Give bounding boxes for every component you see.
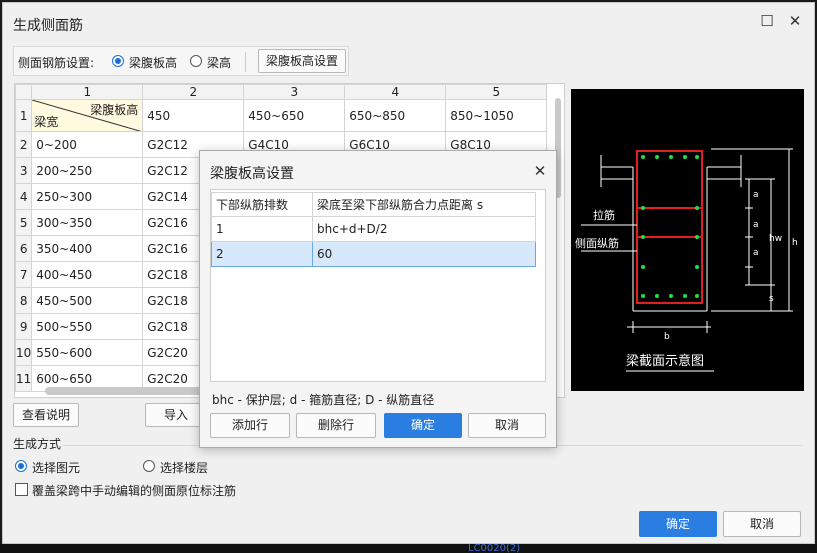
- corner-header: [15, 84, 33, 100]
- col-header[interactable]: 4: [344, 84, 447, 100]
- dim-s-label: s: [769, 294, 774, 304]
- dialog-title: 梁腹板高设置: [210, 166, 294, 182]
- table-cell[interactable]: 450~500: [31, 287, 144, 314]
- table-cell[interactable]: 1: [211, 216, 313, 242]
- row-header[interactable]: 1: [15, 99, 33, 132]
- dim-h-label: h: [792, 238, 798, 248]
- dialog-table-panel: 下部纵筋排数 梁底至梁下部纵筋合力点距离 s 1 bhc+d+D/2 2 60: [210, 189, 546, 382]
- gen-mode-label: 生成方式: [13, 437, 62, 451]
- table-cell[interactable]: 250~300: [31, 183, 144, 210]
- web-height-setting-button[interactable]: 梁腹板高设置: [258, 49, 346, 73]
- beam-height-radio-label[interactable]: 梁高: [207, 54, 231, 71]
- table-cell[interactable]: 500~550: [31, 313, 144, 340]
- side-bar-label: 侧面纵筋: [575, 236, 619, 250]
- row-header[interactable]: 11: [15, 365, 33, 392]
- dim-a-label: a: [753, 220, 759, 230]
- col-header[interactable]: 3: [243, 84, 346, 100]
- overwrite-checkbox[interactable]: [15, 483, 28, 496]
- web-height-radio[interactable]: [112, 55, 124, 67]
- row-header[interactable]: 9: [15, 313, 33, 340]
- toolbar-divider: [245, 52, 246, 72]
- dim-a-label: a: [753, 248, 759, 258]
- select-floor-label[interactable]: 选择楼层: [160, 459, 208, 476]
- select-element-label[interactable]: 选择图元: [32, 459, 80, 476]
- diagonal-header-cell: 梁腹板高 梁宽: [31, 99, 144, 132]
- dialog-cancel-button[interactable]: 取消: [468, 413, 546, 438]
- col-header-distance: 梁底至梁下部纵筋合力点距离 s: [312, 192, 536, 217]
- background-text: LC0020(2): [468, 543, 521, 553]
- tie-bar-label: 拉筋: [593, 208, 615, 222]
- row-header[interactable]: 8: [15, 287, 33, 314]
- table-cell[interactable]: 200~250: [31, 157, 144, 184]
- table-cell[interactable]: 350~400: [31, 235, 144, 262]
- select-element-radio[interactable]: [15, 460, 27, 472]
- table-cell[interactable]: bhc+d+D/2: [312, 216, 536, 242]
- row-header[interactable]: 3: [15, 157, 33, 184]
- col-header[interactable]: 5: [445, 84, 548, 100]
- delete-row-button[interactable]: 删除行: [296, 413, 376, 438]
- col-header-rows: 下部纵筋排数: [211, 192, 313, 217]
- table-cell[interactable]: 60: [312, 241, 536, 267]
- table-row[interactable]: 1 bhc+d+D/2: [211, 216, 536, 242]
- web-height-setting-dialog: 梁腹板高设置 ✕ 下部纵筋排数 梁底至梁下部纵筋合力点距离 s 1 bhc+d+…: [199, 150, 557, 448]
- maximize-icon[interactable]: ☐: [759, 13, 775, 29]
- add-row-button[interactable]: 添加行: [210, 413, 290, 438]
- beam-height-radio[interactable]: [190, 55, 202, 67]
- col-header[interactable]: 1: [31, 84, 144, 100]
- import-button[interactable]: 导入: [145, 403, 207, 427]
- row-header[interactable]: 5: [15, 209, 33, 236]
- table-cell[interactable]: 450: [142, 99, 245, 132]
- dialog-table: 下部纵筋排数 梁底至梁下部纵筋合力点距离 s 1 bhc+d+D/2 2 60: [211, 192, 536, 267]
- table-row-selected[interactable]: 2 60: [211, 241, 536, 267]
- background-canvas: [0, 544, 817, 553]
- beam-section-diagram: a a a hw h s b 拉筋 侧面纵筋 梁截面示意图: [575, 148, 798, 372]
- table-cell[interactable]: 650~850: [344, 99, 447, 132]
- col-header[interactable]: 2: [142, 84, 245, 100]
- side-rebar-setting-label: 侧面钢筋设置:: [18, 56, 95, 70]
- dim-a-label: a: [753, 190, 759, 200]
- table-cell[interactable]: 2: [211, 241, 313, 267]
- table-cell[interactable]: 850~1050: [445, 99, 548, 132]
- dim-b-label: b: [664, 332, 670, 342]
- dialog-ok-button[interactable]: 确定: [384, 413, 462, 438]
- cancel-button[interactable]: 取消: [723, 511, 801, 537]
- view-help-button[interactable]: 查看说明: [13, 403, 79, 427]
- dialog-close-icon[interactable]: ✕: [532, 163, 548, 179]
- table-cell[interactable]: 0~200: [31, 131, 144, 158]
- diagonal-bottom-label: 梁宽: [34, 115, 59, 129]
- row-header[interactable]: 2: [15, 131, 33, 158]
- table-header-row: 下部纵筋排数 梁底至梁下部纵筋合力点距离 s: [211, 192, 536, 217]
- table-cell[interactable]: 450~650: [243, 99, 346, 132]
- row-header[interactable]: 10: [15, 339, 33, 366]
- dim-hw-label: hw: [769, 234, 782, 244]
- row-header[interactable]: 6: [15, 235, 33, 262]
- diagonal-top-label: 梁腹板高: [90, 103, 139, 117]
- select-floor-radio[interactable]: [143, 460, 155, 472]
- web-height-radio-label[interactable]: 梁腹板高: [129, 54, 177, 71]
- table-cell[interactable]: 400~450: [31, 261, 144, 288]
- close-icon[interactable]: ✕: [787, 13, 803, 29]
- beam-section-preview: a a a hw h s b 拉筋 侧面纵筋 梁截面示意图: [571, 89, 804, 391]
- section-caption: 梁截面示意图: [626, 353, 704, 369]
- row-header[interactable]: 7: [15, 261, 33, 288]
- dialog-legend: bhc - 保护层; d - 箍筋直径; D - 纵筋直径: [212, 393, 435, 407]
- row-header[interactable]: 4: [15, 183, 33, 210]
- table-cell[interactable]: 300~350: [31, 209, 144, 236]
- table-cell[interactable]: 550~600: [31, 339, 144, 366]
- window-title: 生成侧面筋: [13, 18, 83, 34]
- side-rebar-setting-bar: 侧面钢筋设置: 梁腹板高 梁高 梁腹板高设置: [13, 46, 349, 76]
- ok-button[interactable]: 确定: [639, 511, 717, 537]
- overwrite-checkbox-label[interactable]: 覆盖梁跨中手动编辑的侧面原位标注筋: [32, 482, 236, 499]
